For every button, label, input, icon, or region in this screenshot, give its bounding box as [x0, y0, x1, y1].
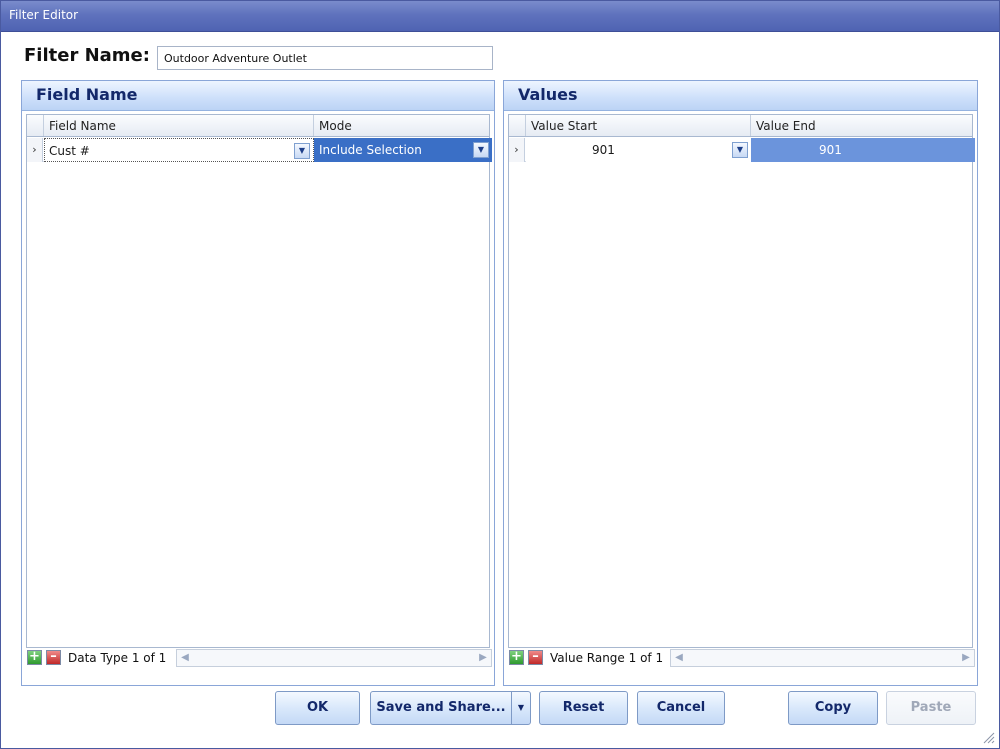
minus-icon[interactable]: –	[528, 650, 543, 665]
navigator-text: Value Range 1 of 1	[550, 651, 664, 665]
filter-name-label: Filter Name:	[24, 45, 150, 66]
chevron-right-icon: ›	[509, 138, 525, 162]
arrow-left-icon[interactable]: ◀	[672, 651, 686, 665]
row-indicator-header	[27, 115, 44, 136]
field-grid-header: Field Name Mode	[27, 115, 489, 137]
mode-cell[interactable]: Include Selection ▼	[314, 138, 492, 162]
row-indicator-header	[509, 115, 526, 136]
value-start-value: 901	[592, 143, 615, 157]
resize-grip-icon[interactable]	[981, 730, 995, 744]
table-row[interactable]: › 901 ▼ 901	[509, 138, 975, 162]
chevron-down-icon[interactable]: ▼	[473, 142, 489, 158]
value-start-cell[interactable]: 901 ▼	[526, 138, 751, 162]
values-panel: Values Value Start Value End › 901 ▼ 901…	[503, 80, 978, 686]
chevron-right-icon: ›	[27, 138, 43, 162]
paste-button: Paste	[886, 691, 976, 725]
value-end-cell[interactable]: 901	[751, 138, 975, 162]
navigator-text: Data Type 1 of 1	[68, 651, 167, 665]
filter-editor-window: Filter Editor Filter Name: Field Name Fi…	[0, 0, 1000, 749]
horizontal-scrollbar[interactable]: ◀ ▶	[176, 649, 492, 667]
field-name-cell[interactable]: Cust # ▼	[44, 138, 314, 162]
values-panel-header: Values	[504, 81, 977, 111]
filter-name-input[interactable]	[157, 46, 493, 70]
chevron-down-icon[interactable]: ▼	[732, 142, 748, 158]
arrow-right-icon[interactable]: ▶	[476, 651, 490, 665]
field-name-value: Cust #	[49, 144, 90, 158]
table-row[interactable]: › Cust # ▼ Include Selection ▼	[27, 138, 492, 162]
field-name-panel-title: Field Name	[36, 85, 138, 104]
chevron-down-icon[interactable]: ▼	[511, 691, 531, 725]
values-grid: Value Start Value End › 901 ▼ 901	[508, 114, 975, 648]
arrow-left-icon[interactable]: ◀	[178, 651, 192, 665]
field-grid: Field Name Mode › Cust # ▼ Include Selec…	[26, 114, 492, 648]
column-header-field-name[interactable]: Field Name	[44, 115, 314, 136]
values-grid-navigator: + – Value Range 1 of 1 ◀ ▶	[508, 649, 975, 667]
ok-button[interactable]: OK	[275, 691, 360, 725]
values-grid-header: Value Start Value End	[509, 115, 972, 137]
plus-icon[interactable]: +	[509, 650, 524, 665]
plus-icon[interactable]: +	[27, 650, 42, 665]
reset-button[interactable]: Reset	[539, 691, 628, 725]
column-header-value-start[interactable]: Value Start	[526, 115, 751, 136]
chevron-down-icon[interactable]: ▼	[294, 143, 310, 159]
field-grid-navigator: + – Data Type 1 of 1 ◀ ▶	[26, 649, 492, 667]
field-name-panel: Field Name Field Name Mode › Cust # ▼ In…	[21, 80, 495, 686]
values-panel-title: Values	[518, 85, 578, 104]
arrow-right-icon[interactable]: ▶	[959, 651, 973, 665]
value-end-value: 901	[819, 143, 842, 157]
mode-value: Include Selection	[319, 143, 422, 157]
column-header-mode[interactable]: Mode	[314, 115, 492, 136]
window-title: Filter Editor	[9, 8, 79, 22]
minus-icon[interactable]: –	[46, 650, 61, 665]
column-header-value-end[interactable]: Value End	[751, 115, 975, 136]
title-bar[interactable]: Filter Editor	[1, 1, 999, 32]
cancel-button[interactable]: Cancel	[637, 691, 725, 725]
horizontal-scrollbar[interactable]: ◀ ▶	[670, 649, 975, 667]
save-and-share-button[interactable]: Save and Share...	[370, 691, 512, 725]
field-name-panel-header: Field Name	[22, 81, 494, 111]
copy-button[interactable]: Copy	[788, 691, 878, 725]
